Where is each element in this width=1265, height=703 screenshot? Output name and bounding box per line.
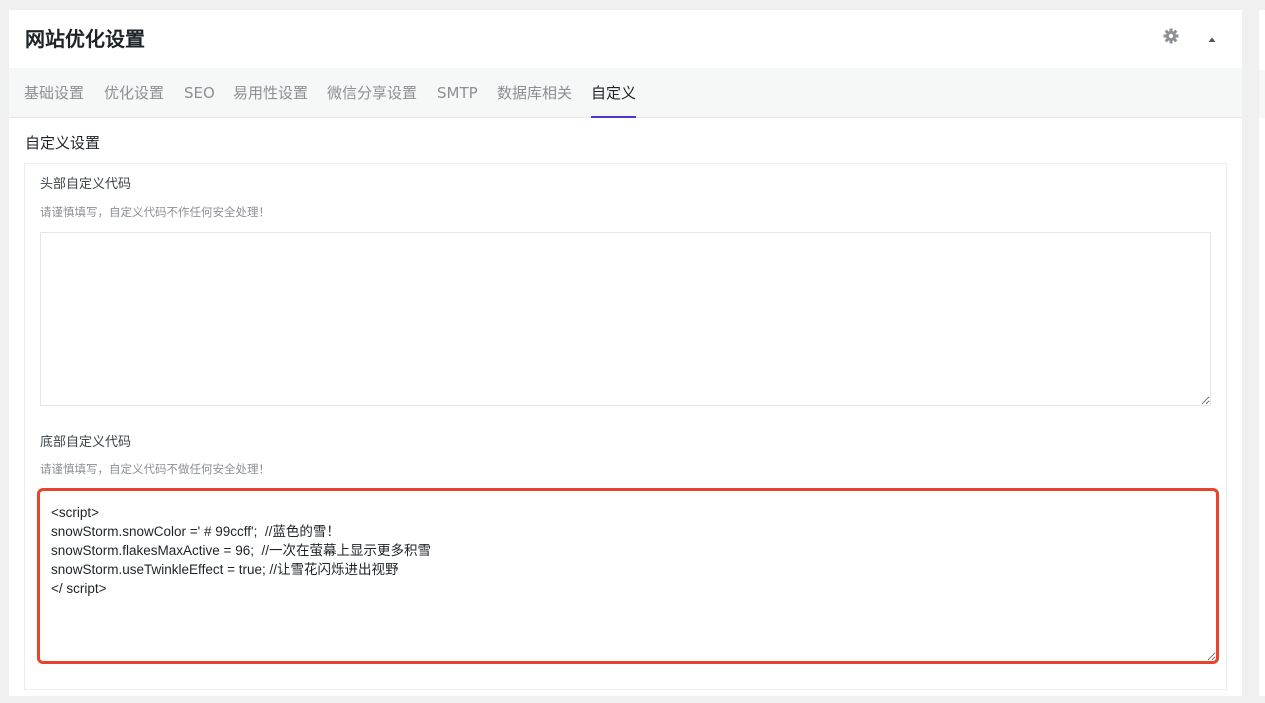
- head-code-label: 头部自定义代码: [40, 177, 132, 192]
- tab-wechat-share-settings[interactable]: 微信分享设置: [327, 68, 417, 118]
- footer-code-label: 底部自定义代码: [40, 435, 132, 450]
- collapse-toggle-button[interactable]: [1204, 32, 1220, 48]
- tab-usability-settings[interactable]: 易用性设置: [233, 68, 308, 118]
- footer-code-textarea[interactable]: <script> snowStorm.snowColor =' # 99ccff…: [37, 488, 1219, 664]
- side-panel-edge-tab: [1259, 70, 1265, 118]
- tab-bar: 基础设置 优化设置 SEO 易用性设置 微信分享设置 SMTP 数据库相关 自定…: [9, 68, 1242, 118]
- tab-custom[interactable]: 自定义: [591, 68, 637, 118]
- tab-basic-settings[interactable]: 基础设置: [24, 68, 84, 118]
- custom-code-fields: 头部自定义代码 请谨慎填写，自定义代码不作任何安全处理！ 底部自定义代码 请谨慎…: [24, 163, 1227, 690]
- triangle-up-icon: [1208, 37, 1216, 42]
- tab-optimization-settings[interactable]: 优化设置: [104, 68, 164, 118]
- tab-smtp[interactable]: SMTP: [437, 68, 478, 118]
- section-title: 自定义设置: [25, 134, 101, 152]
- page-title: 网站优化设置: [25, 27, 145, 51]
- gear-icon[interactable]: [1161, 26, 1181, 46]
- head-code-hint: 请谨慎填写，自定义代码不作任何安全处理！: [40, 205, 270, 219]
- head-code-textarea[interactable]: [40, 232, 1211, 406]
- settings-panel: 网站优化设置 基础设置 优化设置 SEO 易用性设置 微信分享设置 SMTP 数…: [9, 10, 1242, 696]
- tab-database[interactable]: 数据库相关: [497, 68, 572, 118]
- tab-seo[interactable]: SEO: [184, 68, 215, 118]
- footer-code-hint: 请谨慎填写，自定义代码不做任何安全处理！: [40, 462, 270, 476]
